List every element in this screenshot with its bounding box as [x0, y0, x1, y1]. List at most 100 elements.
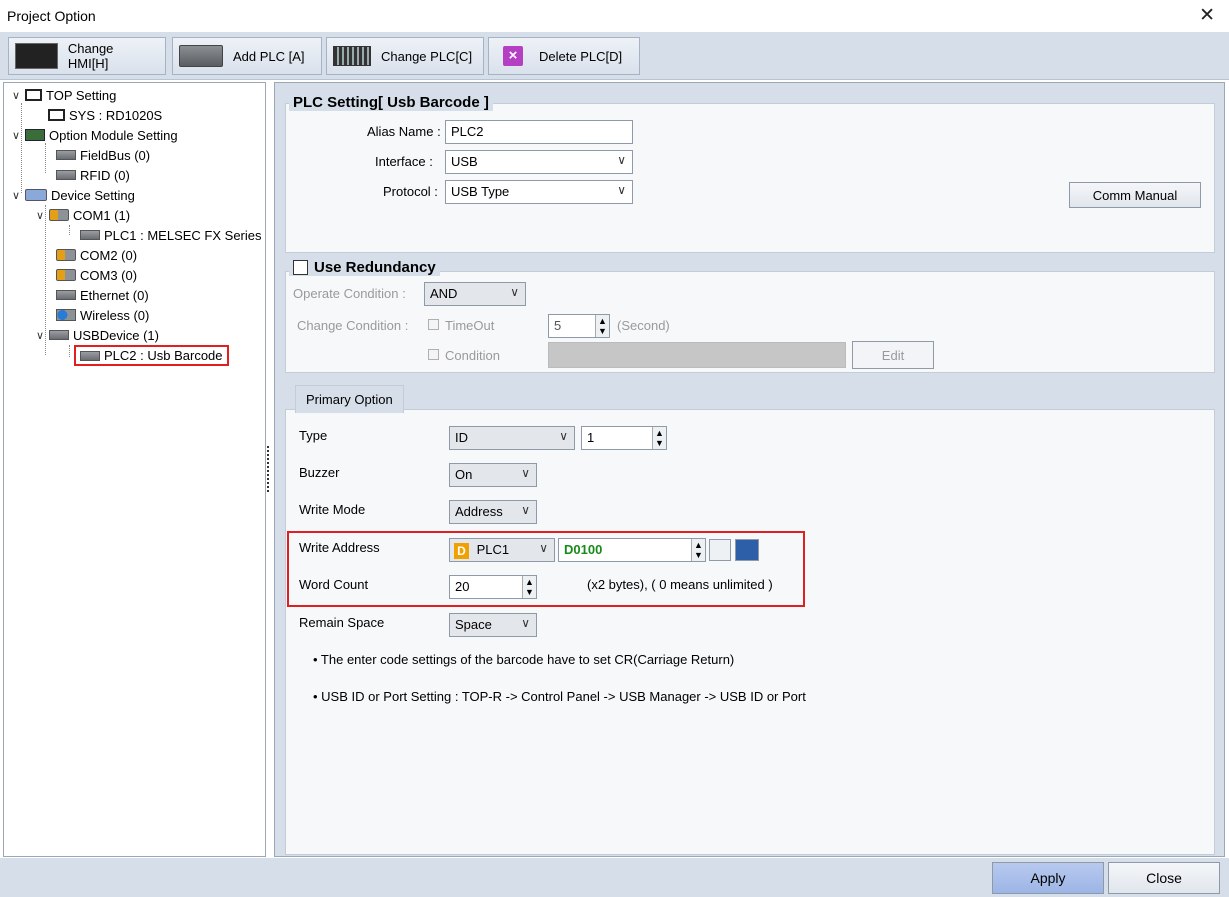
- remain-space-value: Space: [455, 617, 492, 632]
- condition-checkbox[interactable]: [428, 349, 439, 360]
- device-icon: [25, 189, 47, 201]
- timeout-spinner[interactable]: 5 ▲ ▼: [548, 314, 610, 338]
- type-select[interactable]: ID ∨: [449, 426, 575, 450]
- toolbar: Change HMI[H] Add PLC [A] Change PLC[C] …: [0, 32, 1229, 80]
- tree-com3[interactable]: COM3 (0): [56, 265, 137, 285]
- tree-plc2-selected[interactable]: PLC2 : Usb Barcode: [74, 345, 229, 366]
- chevron-down-icon[interactable]: ∨: [10, 189, 22, 202]
- keypad-icon[interactable]: [735, 539, 759, 561]
- delete-plc-button[interactable]: × Delete PLC[D]: [488, 37, 640, 75]
- change-hmi-label: Change HMI[H]: [67, 41, 114, 71]
- change-plc-icon: [333, 46, 371, 66]
- second-label: (Second): [617, 318, 670, 333]
- rfid-icon: [56, 170, 76, 180]
- close-button[interactable]: Close: [1108, 862, 1220, 894]
- write-address-field[interactable]: D0100 ▲ ▼: [558, 538, 706, 562]
- plc-setting-title: PLC Setting[ Usb Barcode ]: [289, 94, 493, 111]
- remain-space-select[interactable]: Space ∨: [449, 613, 537, 637]
- splitter-handle[interactable]: [267, 446, 270, 492]
- operate-condition-select[interactable]: AND ∨: [424, 282, 526, 306]
- add-plc-button[interactable]: Add PLC [A]: [172, 37, 322, 75]
- tree-com2[interactable]: COM2 (0): [56, 245, 137, 265]
- chevron-down-icon[interactable]: ∨: [34, 209, 46, 222]
- tree-plc1[interactable]: PLC1 : MELSEC FX Series: [80, 225, 262, 245]
- tree-com1[interactable]: ∨ COM1 (1): [34, 205, 130, 225]
- apply-button[interactable]: Apply: [992, 862, 1104, 894]
- tree-option-module[interactable]: ∨ Option Module Setting: [10, 125, 178, 145]
- spinner-arrows-icon[interactable]: ▲ ▼: [522, 576, 536, 598]
- tree-ethernet[interactable]: Ethernet (0): [56, 285, 149, 305]
- chevron-down-icon[interactable]: ∨: [10, 129, 22, 142]
- tree-rfid[interactable]: RFID (0): [56, 165, 130, 185]
- change-plc-label: Change PLC[C]: [381, 48, 473, 64]
- edit-button[interactable]: Edit: [852, 341, 934, 369]
- close-icon[interactable]: ✕: [1199, 4, 1215, 27]
- write-address-plc-value: PLC1: [476, 542, 510, 557]
- buzzer-value: On: [455, 467, 473, 482]
- write-address-label: Write Address: [299, 540, 380, 555]
- protocol-label: Protocol :: [383, 184, 438, 199]
- protocol-select[interactable]: USB Type ∨: [445, 180, 633, 204]
- delete-plc-label: Delete PLC[D]: [539, 48, 623, 64]
- plc-icon: [179, 45, 223, 67]
- spinner-arrows-icon[interactable]: ▲ ▼: [652, 427, 666, 449]
- tree-top-setting[interactable]: ∨ TOP Setting: [10, 85, 116, 105]
- plc-icon: [80, 350, 100, 361]
- timeout-checkbox[interactable]: [428, 319, 439, 330]
- comm-manual-button[interactable]: Comm Manual: [1069, 182, 1201, 208]
- tree-label: COM1 (1): [73, 207, 131, 223]
- com-port-icon: [49, 209, 69, 221]
- tree-label: COM3 (0): [80, 267, 138, 283]
- tree-label: TOP Setting: [46, 87, 117, 103]
- redundancy-title: Use Redundancy: [314, 259, 436, 276]
- write-address-plc-select[interactable]: D PLC1 ∨: [449, 538, 555, 562]
- word-count-note: (x2 bytes), ( 0 means unlimited ): [587, 577, 773, 592]
- timeout-label: TimeOut: [445, 318, 495, 333]
- chevron-down-icon[interactable]: ∨: [10, 89, 22, 102]
- module-icon: [25, 129, 45, 141]
- operate-condition-label: Operate Condition :: [293, 286, 406, 301]
- footer-bar: Apply Close: [0, 858, 1229, 897]
- tree-wireless[interactable]: Wireless (0): [56, 305, 149, 325]
- tree-usbdevice[interactable]: ∨ USBDevice (1): [34, 325, 159, 345]
- type-number-spinner[interactable]: 1 ▲ ▼: [581, 426, 667, 450]
- chevron-down-icon[interactable]: ∨: [34, 329, 46, 342]
- write-mode-value: Address: [455, 504, 503, 519]
- change-plc-button[interactable]: Change PLC[C]: [326, 37, 484, 75]
- type-label: Type: [299, 428, 328, 443]
- change-hmi-button[interactable]: Change HMI[H]: [8, 37, 166, 75]
- tree-label: Wireless (0): [80, 307, 150, 323]
- alias-name-field[interactable]: PLC2: [445, 120, 633, 144]
- interface-select[interactable]: USB ∨: [445, 150, 633, 174]
- spinner-arrows-icon[interactable]: ▲ ▼: [595, 315, 609, 337]
- add-plc-label: Add PLC [A]: [233, 48, 305, 64]
- tree-device-setting[interactable]: ∨ Device Setting: [10, 185, 135, 205]
- delete-icon: ×: [503, 46, 523, 66]
- alias-label: Alias Name :: [367, 124, 441, 139]
- write-mode-select[interactable]: Address ∨: [449, 500, 537, 524]
- spinner-arrows-icon[interactable]: ▲ ▼: [691, 539, 705, 561]
- chevron-down-icon: ∨: [617, 183, 626, 197]
- condition-field[interactable]: [548, 342, 846, 368]
- usb-device-icon: [49, 330, 69, 340]
- chevron-down-icon: ∨: [521, 616, 530, 630]
- settings-panel: PLC Setting[ Usb Barcode ] Alias Name : …: [274, 82, 1225, 857]
- redundancy-checkbox[interactable]: [293, 260, 308, 275]
- note-carriage-return: • The enter code settings of the barcode…: [313, 652, 735, 667]
- tree-fieldbus[interactable]: FieldBus (0): [56, 145, 150, 165]
- address-browse-icon[interactable]: [709, 539, 731, 561]
- fieldbus-icon: [56, 150, 76, 160]
- project-tree: ∨ TOP Setting SYS : RD1020S ∨ Option Mod…: [3, 82, 266, 857]
- window-title: Project Option: [7, 8, 96, 24]
- word-count-label: Word Count: [299, 577, 369, 592]
- chevron-down-icon: ∨: [617, 153, 626, 167]
- timeout-value: 5: [554, 318, 562, 333]
- use-redundancy-toggle[interactable]: Use Redundancy: [289, 259, 440, 276]
- buzzer-select[interactable]: On ∨: [449, 463, 537, 487]
- word-count-spinner[interactable]: 20 ▲ ▼: [449, 575, 537, 599]
- com-port-icon: [56, 249, 76, 261]
- remain-space-label: Remain Space: [299, 615, 385, 630]
- tab-primary-option[interactable]: Primary Option: [295, 385, 404, 413]
- com-port-icon: [56, 269, 76, 281]
- tree-sys[interactable]: SYS : RD1020S: [48, 105, 162, 125]
